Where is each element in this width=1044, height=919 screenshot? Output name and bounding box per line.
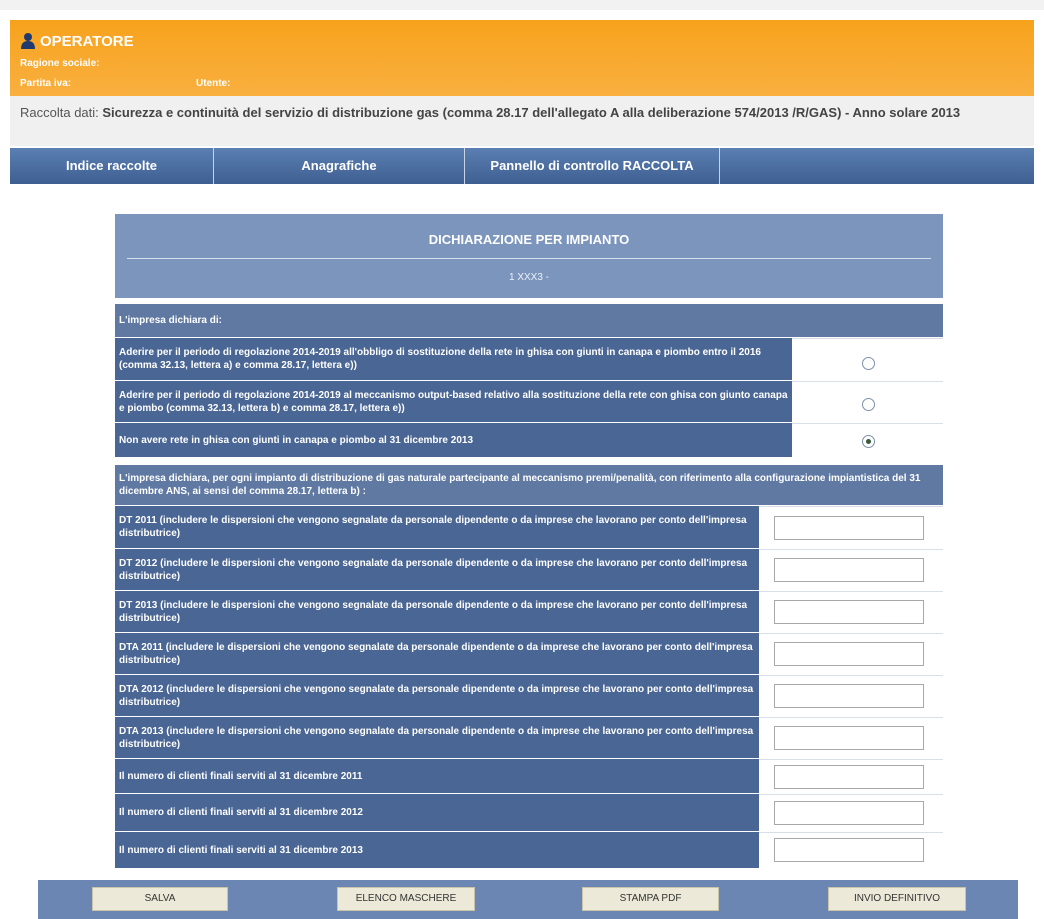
field-dt-2012-label: DT 2012 (includere le dispersioni che ve…	[115, 549, 759, 590]
panel-title: DICHIARAZIONE PER IMPIANTO	[428, 232, 630, 247]
field-dta-2013-cell	[759, 717, 943, 758]
elenco-maschere-button[interactable]: ELENCO MASCHERE	[337, 887, 475, 911]
clienti-2012-input[interactable]	[774, 801, 924, 825]
operator-title-row: OPERATORE	[20, 32, 134, 50]
field-dt-2011-cell	[759, 506, 943, 548]
field-clienti-2011-label: Il numero di clienti finali serviti al 3…	[115, 759, 759, 793]
dt-2013-input[interactable]	[774, 600, 924, 624]
field-clienti-2011-cell	[759, 759, 943, 793]
field-dta-2012-label: DTA 2012 (includere le dispersioni che v…	[115, 675, 759, 716]
dta-2012-input[interactable]	[774, 684, 924, 708]
option-3-cell	[792, 423, 943, 457]
option-2-cell	[792, 381, 943, 422]
operator-title: OPERATORE	[40, 32, 134, 50]
footer-toolbar: SALVA ELENCO MASCHERE STAMPA PDF INVIO D…	[38, 880, 1018, 919]
nav-indice-raccolte[interactable]: Indice raccolte	[10, 148, 214, 184]
dt-2011-input[interactable]	[774, 516, 924, 540]
clienti-2011-input[interactable]	[774, 765, 924, 789]
option-2-radio[interactable]	[862, 398, 875, 411]
main-navbar: Indice raccolte Anagrafiche Pannello di …	[10, 148, 1034, 184]
user-icon	[20, 32, 36, 50]
salva-button[interactable]: SALVA	[92, 887, 228, 911]
field-clienti-2013-label: Il numero di clienti finali serviti al 3…	[115, 832, 759, 868]
section2-heading: L'impresa dichiara, per ogni impianto di…	[115, 465, 943, 505]
ragione-sociale-label: Ragione sociale:	[20, 58, 100, 69]
field-dta-2012-cell	[759, 675, 943, 716]
operator-header: OPERATORE Ragione sociale: Partita iva: …	[10, 20, 1034, 96]
invio-definitivo-button[interactable]: INVIO DEFINITIVO	[828, 887, 966, 911]
partita-iva-label: Partita iva:	[20, 78, 72, 89]
utente-label: Utente:	[196, 78, 231, 89]
field-dta-2013-label: DTA 2013 (includere le dispersioni che v…	[115, 717, 759, 758]
clienti-2013-input[interactable]	[774, 838, 924, 862]
info-text: Sicurezza e continuità del servizio di d…	[102, 105, 961, 120]
option-3-radio-selected[interactable]	[862, 435, 875, 448]
stampa-pdf-button[interactable]: STAMPA PDF	[582, 887, 719, 911]
nav-pannello-controllo[interactable]: Pannello di controllo RACCOLTA	[465, 148, 720, 184]
field-dt-2011-label: DT 2011 (includere le dispersioni che ve…	[115, 506, 759, 548]
dt-2012-input[interactable]	[774, 558, 924, 582]
section1-heading: L'impresa dichiara di:	[115, 304, 943, 337]
option-1-label: Aderire per il periodo di regolazione 20…	[115, 338, 792, 380]
collection-info: Raccolta dati: Sicurezza e continuità de…	[10, 96, 1034, 146]
dta-2011-input[interactable]	[774, 642, 924, 666]
field-dt-2013-cell	[759, 591, 943, 632]
option-1-radio[interactable]	[862, 357, 875, 370]
option-2-label: Aderire per il periodo di regolazione 20…	[115, 381, 792, 422]
info-prefix: Raccolta dati:	[20, 105, 103, 120]
field-dta-2011-label: DTA 2011 (includere le dispersioni che v…	[115, 633, 759, 674]
nav-anagrafiche[interactable]: Anagrafiche	[214, 148, 465, 184]
panel-header: DICHIARAZIONE PER IMPIANTO 1 XXX3 -	[115, 214, 943, 298]
field-dt-2012-cell	[759, 549, 943, 590]
field-clienti-2013-cell	[759, 832, 943, 868]
field-dta-2011-cell	[759, 633, 943, 674]
field-dt-2013-label: DT 2013 (includere le dispersioni che ve…	[115, 591, 759, 632]
top-strip	[0, 0, 1044, 10]
option-1-cell	[792, 338, 943, 380]
field-clienti-2012-cell	[759, 794, 943, 831]
panel-divider	[127, 258, 931, 259]
option-3-label: Non avere rete in ghisa con giunti in ca…	[115, 423, 792, 457]
dta-2013-input[interactable]	[774, 726, 924, 750]
panel-subtitle: 1 XXX3 -	[508, 272, 550, 283]
field-clienti-2012-label: Il numero di clienti finali serviti al 3…	[115, 794, 759, 831]
